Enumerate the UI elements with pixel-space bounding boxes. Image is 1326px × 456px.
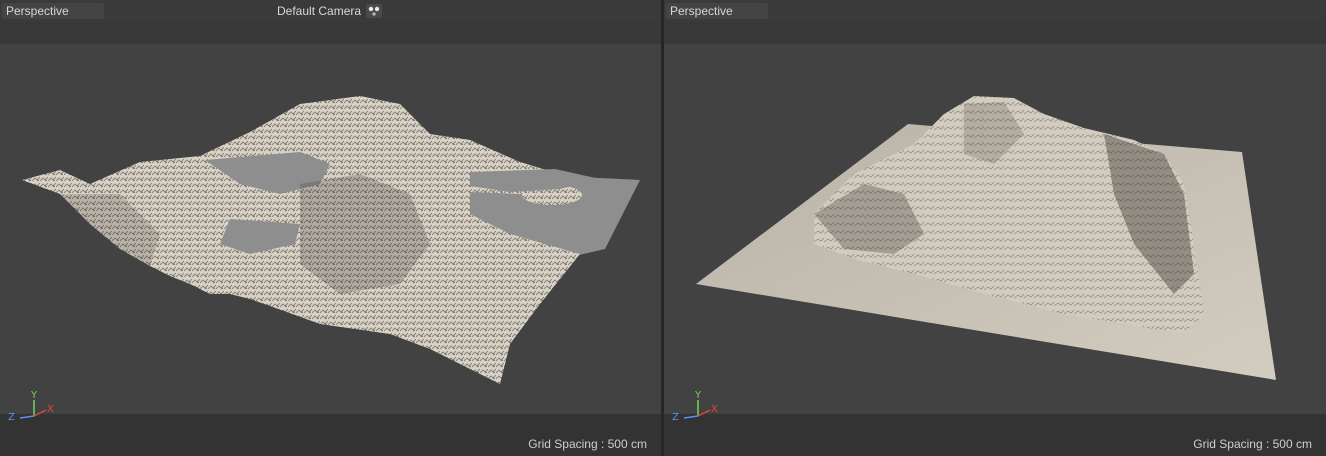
axis-z-label: Z	[672, 412, 679, 423]
viewport-canvas[interactable]	[664, 44, 1326, 414]
viewport-canvas[interactable]	[0, 44, 661, 414]
viewport-left[interactable]: Perspective Default Camera Grid Spacing …	[0, 0, 661, 456]
view-mode-label: Perspective	[6, 4, 69, 18]
viewport-subbar	[0, 22, 661, 44]
viewport-footer: Grid Spacing : 500 cm	[664, 414, 1326, 456]
terrain-mesh-right	[696, 96, 1276, 380]
viewport-right[interactable]: Perspective Grid Spacing: 500 cm Y X Z	[664, 0, 1326, 456]
axis-x-label: X	[711, 404, 718, 415]
grid-spacing-readout: Grid Spacing : 500 cm	[528, 437, 647, 451]
axis-y-label: Y	[694, 390, 702, 401]
camera-label[interactable]: Default Camera	[277, 3, 361, 19]
viewport-header: Perspective Default Camera	[0, 0, 661, 22]
camera-icon[interactable]	[366, 4, 382, 18]
axis-gizmo: Y X Z	[672, 390, 718, 423]
axis-x-label: X	[47, 404, 54, 415]
axis-z-label: Z	[8, 412, 15, 423]
viewport-subbar	[664, 22, 1326, 44]
axis-gizmo: Y X Z	[8, 390, 54, 423]
view-mode-menu[interactable]: Perspective	[666, 3, 768, 19]
viewport-header: Perspective	[664, 0, 1326, 22]
view-mode-label: Perspective	[670, 4, 733, 18]
grid-spacing-readout: Grid Spacing : 500 cm	[1193, 437, 1312, 451]
terrain-mesh-left	[22, 96, 640, 384]
view-mode-menu[interactable]: Perspective	[2, 3, 104, 19]
axis-y-label: Y	[30, 390, 38, 401]
viewport-footer: Grid Spacing : 500 cm	[0, 414, 661, 456]
